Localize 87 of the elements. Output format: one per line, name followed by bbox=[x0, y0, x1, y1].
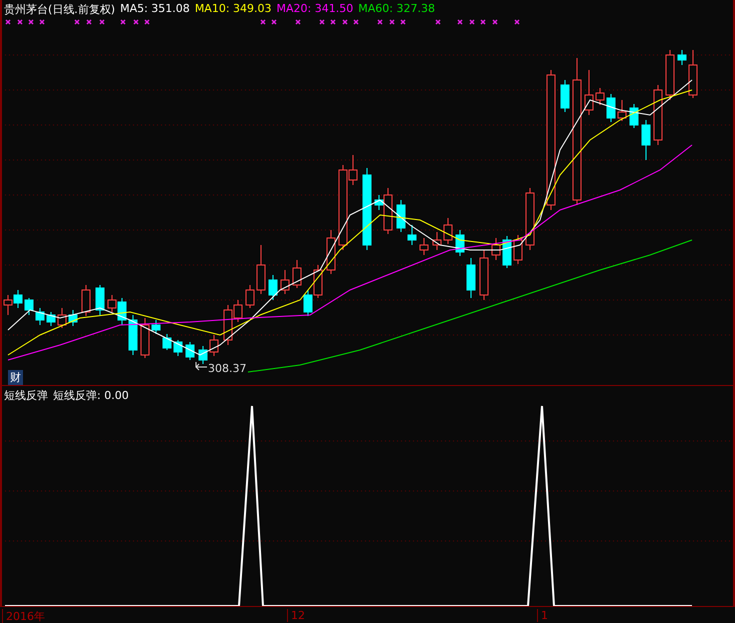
candlestick bbox=[666, 50, 674, 100]
candlestick bbox=[326, 230, 336, 274]
candlestick bbox=[492, 238, 500, 260]
cross-marker-icon bbox=[120, 19, 126, 25]
cross-marker-icon bbox=[99, 19, 105, 25]
moving-average-readout: MA60: 327.38 bbox=[358, 2, 435, 17]
candlestick bbox=[280, 270, 290, 294]
cross-marker-icon bbox=[480, 19, 486, 25]
candlestick bbox=[128, 314, 138, 356]
candlestick bbox=[36, 308, 44, 326]
candlestick bbox=[210, 334, 218, 356]
moving-average-readout: MA10: 349.03 bbox=[194, 2, 272, 17]
cross-marker-icon bbox=[319, 19, 325, 25]
cross-marker-icon bbox=[400, 19, 406, 25]
cross-marker-icon bbox=[39, 19, 45, 25]
cross-marker-icon bbox=[492, 19, 498, 25]
indicator-readout: 短线反弹: 0.00 bbox=[53, 388, 129, 403]
candlestick bbox=[514, 234, 522, 264]
time-axis-label: 12 bbox=[287, 609, 305, 622]
cross-marker-icon bbox=[28, 19, 34, 25]
cross-marker-icon bbox=[133, 19, 139, 25]
candlestick bbox=[246, 284, 254, 308]
candlestick bbox=[618, 100, 626, 122]
cross-marker-icon bbox=[74, 19, 80, 25]
candlestick bbox=[256, 244, 266, 294]
candlestick bbox=[526, 188, 534, 250]
cross-marker-icon bbox=[389, 19, 395, 25]
candlestick bbox=[466, 258, 476, 298]
candlestick bbox=[584, 70, 594, 116]
finance-badge[interactable]: 财 bbox=[8, 370, 23, 385]
candlestick bbox=[596, 88, 604, 106]
candlestick bbox=[606, 94, 616, 122]
candlestick bbox=[198, 346, 208, 364]
candlestick bbox=[408, 224, 416, 246]
cross-marker-icon bbox=[144, 19, 150, 25]
candlestick bbox=[654, 84, 662, 146]
cross-marker-icon bbox=[435, 19, 441, 25]
candlestick bbox=[502, 236, 512, 268]
candlestick bbox=[58, 308, 66, 328]
cross-marker-icon bbox=[295, 19, 301, 25]
candlestick bbox=[268, 274, 278, 300]
candlestick bbox=[444, 218, 452, 244]
candlestick bbox=[630, 104, 638, 128]
cross-marker-icon bbox=[514, 19, 520, 25]
indicator-name: 短线反弹 bbox=[4, 388, 48, 403]
candlestick bbox=[152, 320, 160, 334]
candlestick bbox=[688, 50, 698, 98]
cross-marker-icon bbox=[457, 19, 463, 25]
candlestick bbox=[560, 80, 570, 112]
cross-marker-icon bbox=[86, 19, 92, 25]
candlestick bbox=[4, 294, 12, 316]
candlestick bbox=[24, 298, 34, 316]
time-axis-label: 1 bbox=[537, 609, 548, 622]
candlestick bbox=[174, 340, 182, 356]
candlestick bbox=[396, 200, 406, 232]
moving-average-readout: MA20: 341.50 bbox=[276, 2, 354, 17]
pointer-arrow-icon bbox=[194, 362, 208, 372]
candlestick bbox=[480, 250, 488, 300]
cross-marker-icon bbox=[469, 19, 475, 25]
candlestick bbox=[678, 50, 686, 66]
candlestick bbox=[642, 120, 650, 160]
cross-marker-icon bbox=[271, 19, 277, 25]
cross-marker-icon bbox=[342, 19, 348, 25]
candlestick bbox=[82, 284, 90, 316]
candlestick bbox=[14, 290, 22, 308]
stock-title: 贵州茅台(日线.前复权) bbox=[4, 2, 116, 17]
candlestick bbox=[96, 284, 104, 316]
cross-marker-icon bbox=[5, 19, 11, 25]
candlestick bbox=[186, 342, 194, 360]
candlestick bbox=[162, 334, 172, 350]
candlestick bbox=[46, 312, 56, 326]
moving-average-readout: MA5: 351.08 bbox=[120, 2, 190, 17]
time-axis-label: 2016年 bbox=[2, 609, 45, 623]
candlestick bbox=[292, 260, 302, 288]
candlestick bbox=[68, 310, 78, 326]
low-price-label: 308.37 bbox=[208, 362, 246, 375]
candlestick bbox=[432, 232, 442, 250]
candlestick bbox=[314, 264, 322, 298]
cross-marker-icon bbox=[353, 19, 359, 25]
candlestick bbox=[420, 238, 428, 256]
cross-marker-icon bbox=[330, 19, 336, 25]
candlestick bbox=[304, 290, 312, 316]
cross-marker-icon bbox=[377, 19, 383, 25]
cross-marker-icon bbox=[17, 19, 23, 25]
candlestick bbox=[456, 230, 464, 256]
cross-marker-icon bbox=[260, 19, 266, 25]
candlestick bbox=[140, 318, 150, 358]
